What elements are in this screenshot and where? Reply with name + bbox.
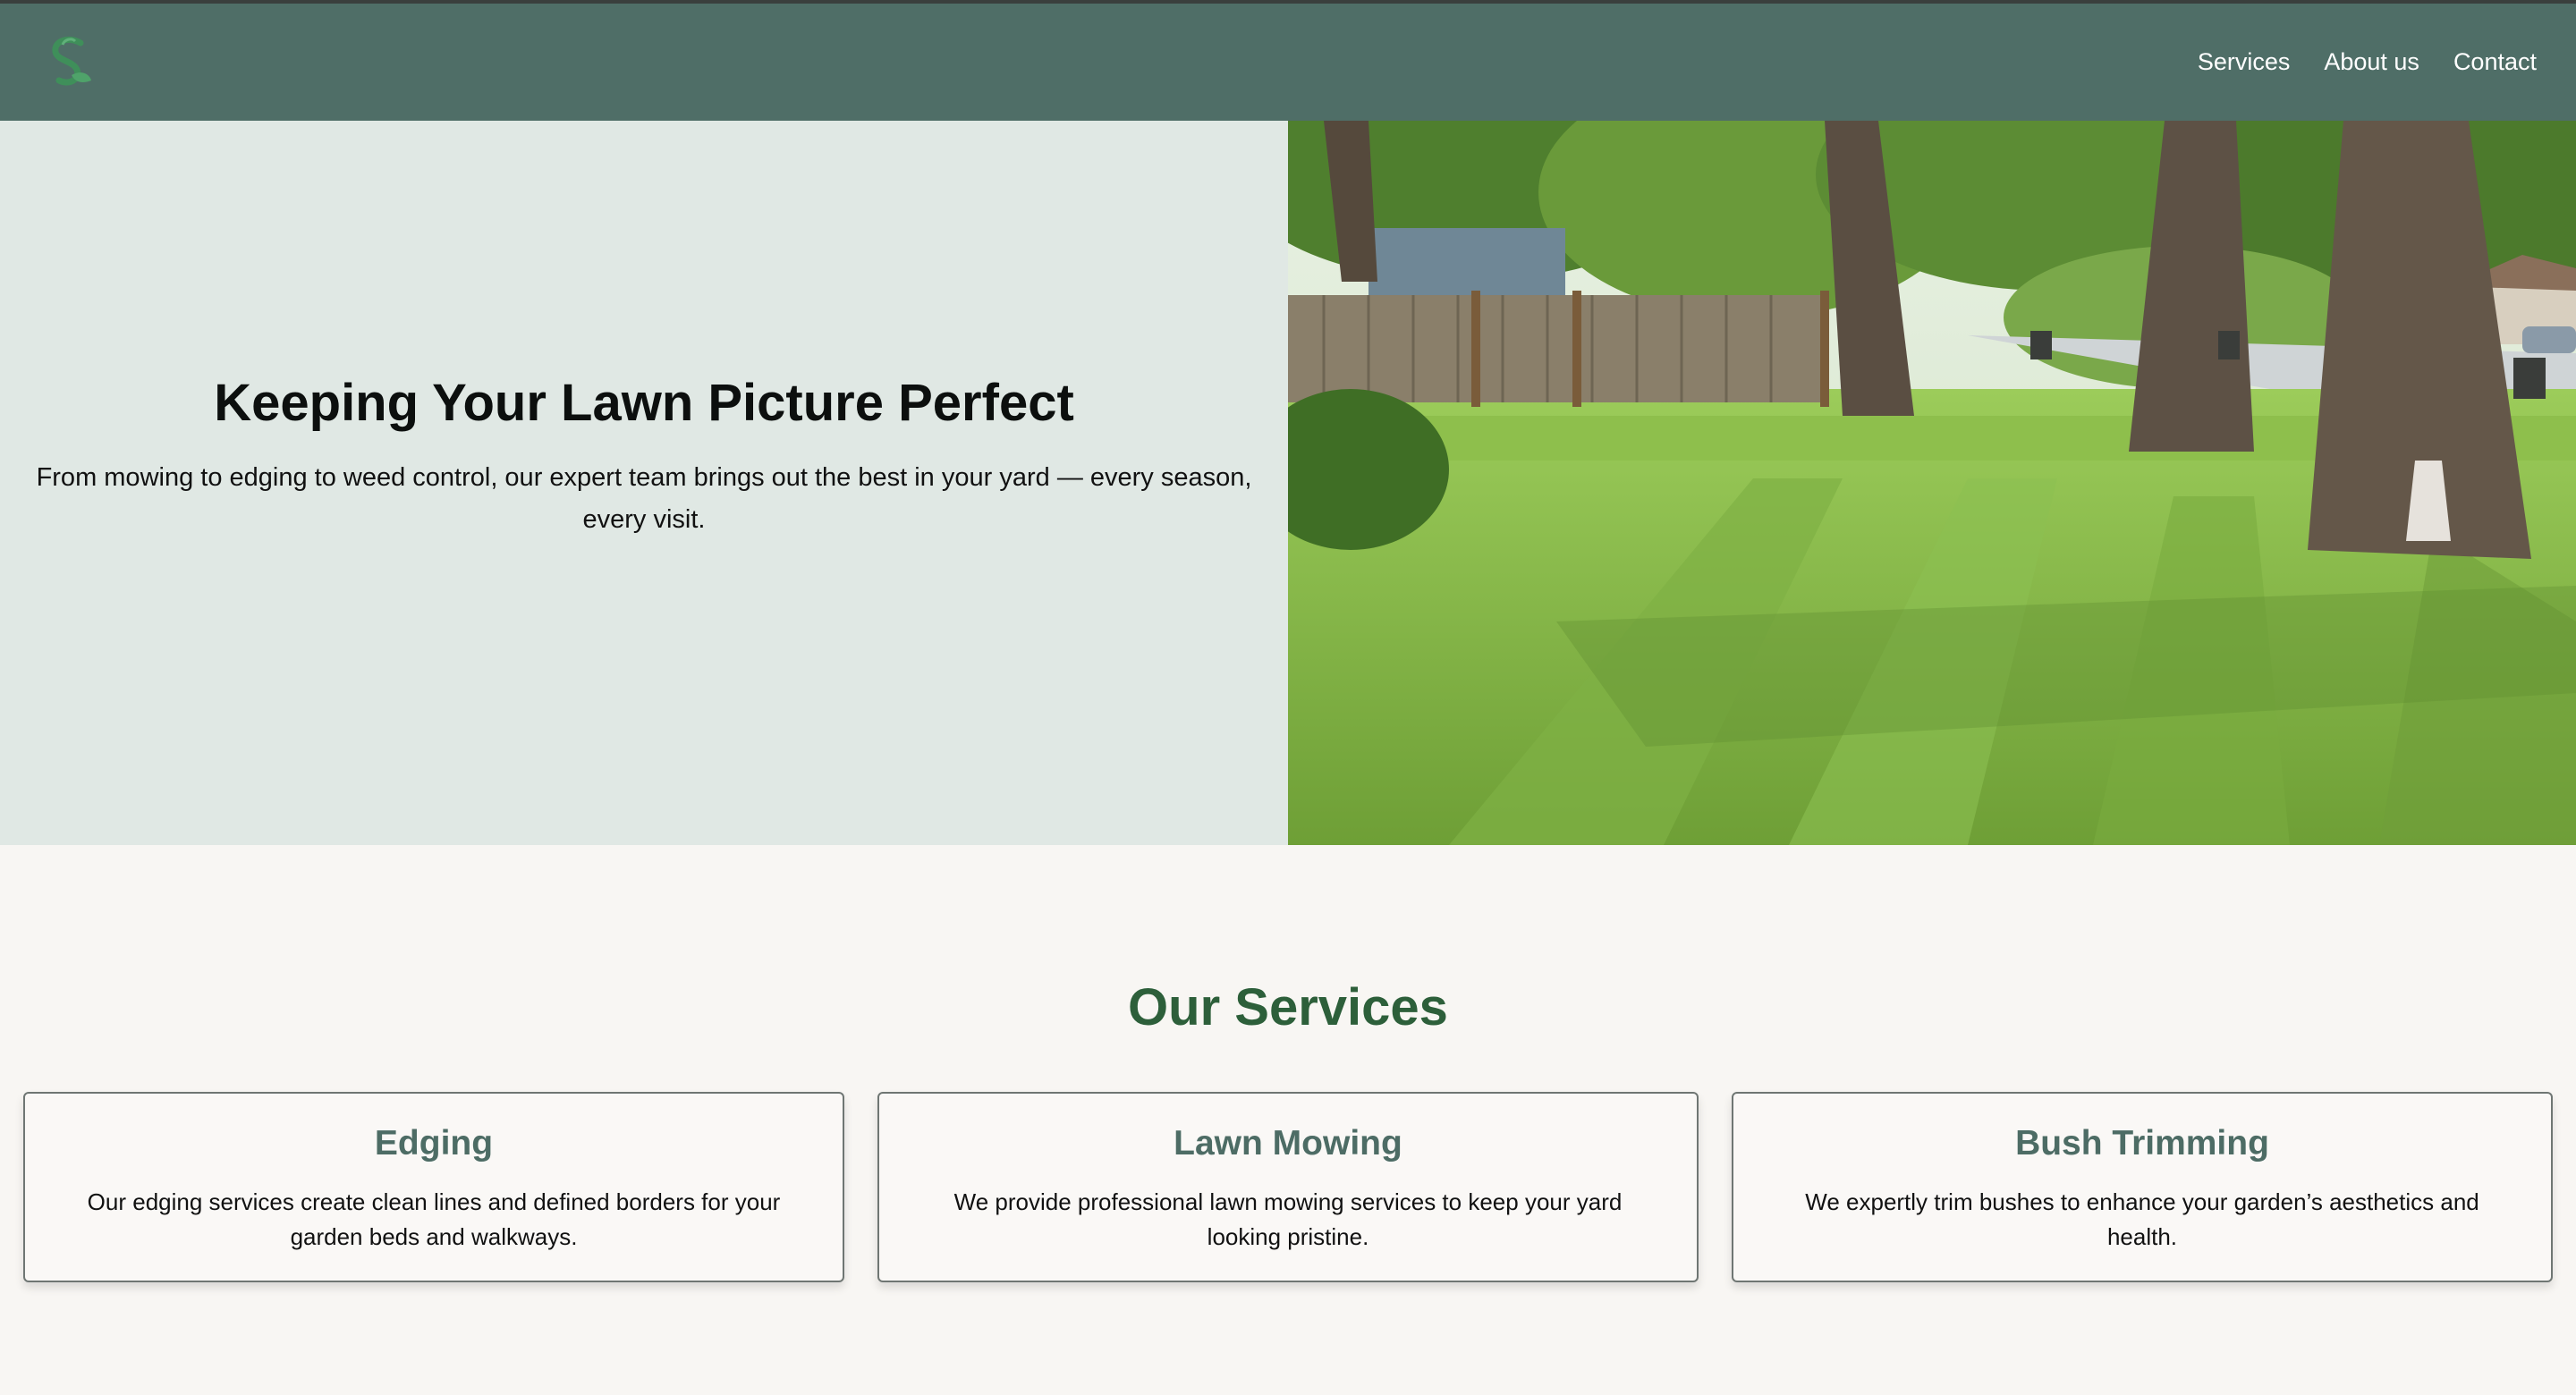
service-card-title: Lawn Mowing [1174, 1124, 1402, 1162]
nav-link-contact[interactable]: Contact [2453, 48, 2537, 76]
hero-subtitle: From mowing to edging to weed control, o… [36, 463, 1252, 534]
service-card-edging: Edging Our edging services create clean … [23, 1092, 844, 1282]
service-cards: Edging Our edging services create clean … [23, 1092, 2553, 1282]
services-heading: Our Services [1128, 978, 1448, 1036]
leaf-s-logo-icon[interactable] [45, 34, 95, 91]
nav-links: Services About us Contact [2164, 48, 2537, 76]
hero-text-panel: Keeping Your Lawn Picture Perfect From m… [0, 121, 1288, 845]
nav-link-services[interactable]: Services [2198, 48, 2291, 76]
nav-link-about-us[interactable]: About us [2324, 48, 2419, 76]
service-card-lawn-mowing: Lawn Mowing We provide professional lawn… [877, 1092, 1699, 1282]
service-card-title: Bush Trimming [2015, 1124, 2269, 1162]
hero-title: Keeping Your Lawn Picture Perfect [214, 373, 1074, 432]
service-card-description: Our edging services create clean lines a… [87, 1188, 781, 1250]
service-card-description: We expertly trim bushes to enhance your … [1805, 1188, 2479, 1250]
lawn-photo [1288, 121, 2576, 845]
services-section: Our Services Edging Our edging services … [0, 845, 2576, 1395]
hero-section: Keeping Your Lawn Picture Perfect From m… [0, 121, 2576, 845]
service-card-bush-trimming: Bush Trimming We expertly trim bushes to… [1732, 1092, 2553, 1282]
navbar: Services About us Contact [0, 4, 2576, 121]
lawn-photo-illustration [1288, 121, 2576, 845]
service-card-title: Edging [374, 1124, 494, 1162]
service-card-description: We provide professional lawn mowing serv… [953, 1188, 1623, 1250]
